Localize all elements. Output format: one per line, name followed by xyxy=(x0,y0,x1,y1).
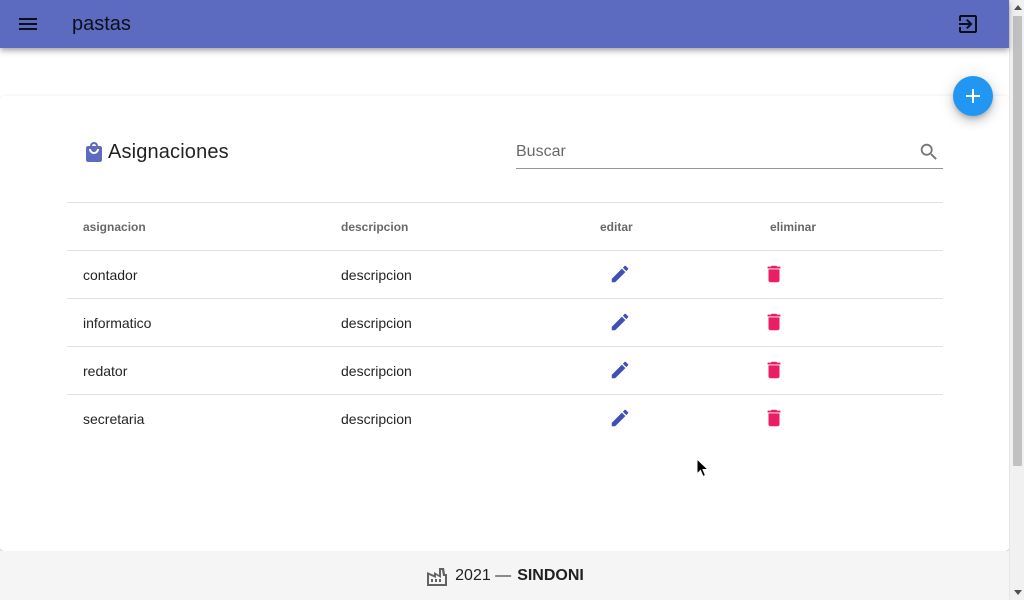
shopping-bag-icon xyxy=(82,140,106,164)
cell-delete xyxy=(754,395,943,443)
table-row: contador descripcion xyxy=(67,250,943,299)
search-icon[interactable] xyxy=(917,140,941,164)
table-row: informatico descripcion xyxy=(67,298,943,347)
cell-edit xyxy=(584,250,754,299)
scroll-up-arrow-icon[interactable] xyxy=(1010,0,1024,15)
plus-icon xyxy=(961,84,985,108)
footer: 2021 — SINDONI xyxy=(0,551,1009,600)
cell-asignacion: secretaria xyxy=(83,410,145,427)
cell-asignacion: contador xyxy=(67,250,325,299)
pencil-icon[interactable] xyxy=(608,406,632,430)
cell-delete xyxy=(754,250,943,299)
cell-descripcion: descripcion xyxy=(325,298,584,347)
trash-icon[interactable] xyxy=(762,262,786,286)
assignments-table: asignacion descripcion editar eliminar c… xyxy=(67,202,943,443)
header-eliminar: eliminar xyxy=(754,202,943,251)
cell-descripcion: descripcion xyxy=(325,250,584,299)
cell-edit xyxy=(584,298,754,347)
table-row: redator descripcion xyxy=(67,346,943,395)
cell-edit xyxy=(584,346,754,395)
app-bar: pastas xyxy=(0,0,1009,48)
scroll-thumb[interactable] xyxy=(1013,16,1022,466)
cell-delete xyxy=(754,346,943,395)
pencil-icon[interactable] xyxy=(608,262,632,286)
logout-icon[interactable] xyxy=(952,8,984,40)
trash-icon[interactable] xyxy=(762,358,786,382)
pencil-icon[interactable] xyxy=(608,310,632,334)
card-title: Asignaciones xyxy=(82,140,229,164)
cell-descripcion: descripcion xyxy=(325,346,584,395)
footer-brand: SINDONI xyxy=(517,566,584,584)
scrollbar[interactable] xyxy=(1009,0,1024,600)
factory-icon xyxy=(425,564,449,588)
search-field xyxy=(516,136,943,169)
header-descripcion[interactable]: descripcion xyxy=(325,202,584,251)
cell-delete xyxy=(754,298,943,347)
card-title-text: Asignaciones xyxy=(108,140,229,163)
scroll-down-arrow-icon[interactable] xyxy=(1010,585,1024,600)
add-button[interactable] xyxy=(953,76,993,116)
cell-asignacion: informatico xyxy=(67,298,325,347)
header-asignacion[interactable]: asignacion xyxy=(67,202,325,251)
trash-icon[interactable] xyxy=(762,406,786,430)
app-title: pastas xyxy=(72,13,131,35)
footer-year: 2021 — xyxy=(455,566,512,584)
trash-icon[interactable] xyxy=(762,310,786,334)
cell-edit xyxy=(584,395,754,443)
menu-icon[interactable] xyxy=(12,8,44,40)
pencil-icon[interactable] xyxy=(608,358,632,382)
table-row: secretaria descripcion xyxy=(67,395,943,443)
header-editar: editar xyxy=(584,202,754,251)
cell-asignacion: redator xyxy=(67,346,325,395)
search-input[interactable] xyxy=(516,140,906,164)
cell-descripcion: descripcion xyxy=(341,410,412,427)
table-header-row: asignacion descripcion editar eliminar xyxy=(67,202,943,251)
